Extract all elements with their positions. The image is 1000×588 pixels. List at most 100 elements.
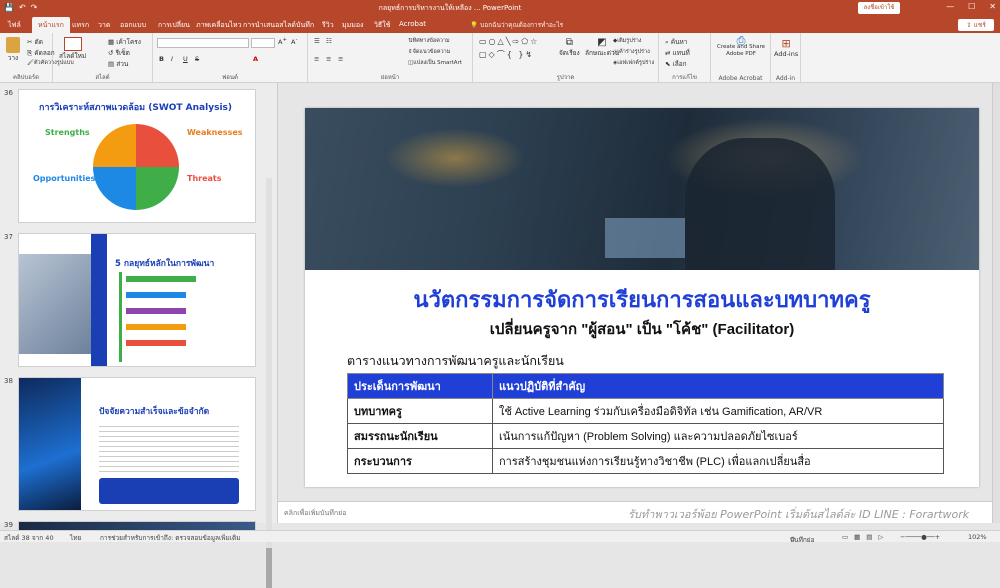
swot-graphic: [93, 124, 179, 210]
tab-review[interactable]: รีวิว: [322, 20, 334, 31]
shape-fill-button[interactable]: ◆เติมรูปร่าง: [613, 37, 642, 45]
section-button[interactable]: ▤ ส่วน: [108, 59, 128, 69]
quick-access-toolbar: 💾 ↶ ↷: [4, 3, 37, 12]
align-right-icon[interactable]: ≡: [338, 55, 343, 63]
sign-in-button[interactable]: ลงชื่อเข้าใช้: [858, 2, 900, 14]
paste-button[interactable]: วาง: [6, 37, 20, 63]
tab-insert[interactable]: แทรก: [72, 20, 89, 31]
layout-button[interactable]: ▦ เค้าโครง: [108, 37, 141, 47]
bullets-icon[interactable]: ☰: [314, 37, 320, 45]
cut-button[interactable]: ✂ ตัด: [27, 37, 43, 47]
tab-acrobat[interactable]: Acrobat: [399, 20, 426, 28]
tab-notes[interactable]: บันทึก: [296, 20, 314, 31]
minimize-button[interactable]: —: [946, 2, 954, 11]
italic-button[interactable]: I: [171, 55, 173, 63]
tab-home[interactable]: หน้าแรก: [32, 17, 70, 33]
slide-title[interactable]: นวัตกรรมการจัดการเรียนการสอนและบทบาทครู: [305, 282, 979, 317]
arrange-icon: ⧉: [565, 37, 573, 48]
smartart-button[interactable]: ◫แปลงเป็น SmartArt: [408, 59, 462, 67]
tab-help[interactable]: วิธีใช้: [374, 20, 390, 31]
table-caption[interactable]: ตารางแนวทางการพัฒนาครูและนักเรียน: [347, 351, 564, 371]
arrange-button[interactable]: ⧉ จัดเรียง: [559, 37, 580, 58]
reset-button[interactable]: ↺ รีเซ็ต: [108, 48, 130, 58]
table-cell[interactable]: สมรรถนะนักเรียน: [347, 423, 493, 449]
panel-scrollbar[interactable]: [266, 178, 272, 588]
bold-button[interactable]: B: [159, 55, 164, 63]
font-size-dropdown[interactable]: [251, 38, 275, 48]
slide-thumbnail-37[interactable]: 5 กลยุทธ์หลักในการพัฒนา: [18, 233, 256, 367]
table-cell[interactable]: ใช้ Active Learning ร่วมกับเครื่องมือดิจ…: [492, 398, 944, 424]
tab-transitions[interactable]: การเปลี่ยน: [158, 20, 190, 31]
maximize-button[interactable]: ☐: [968, 2, 975, 11]
create-pdf-button[interactable]: ⎙ Create and Share Adobe PDF: [715, 35, 767, 58]
addins-button[interactable]: ⊞ Add-ins: [774, 37, 798, 58]
underline-button[interactable]: U: [183, 55, 188, 63]
table-header[interactable]: ประเด็นการพัฒนา: [347, 373, 493, 399]
new-slide-button[interactable]: สไลด์ใหม่: [59, 37, 86, 61]
table-cell[interactable]: กระบวนการ: [347, 448, 493, 474]
align-text-button[interactable]: ⇕จัดแนวข้อความ: [408, 48, 450, 56]
redo-icon[interactable]: ↷: [31, 3, 38, 12]
tab-slideshow[interactable]: การนำเสนอสไลด์: [243, 20, 296, 31]
slides-group: สไลด์ใหม่ ▦ เค้าโครง ↺ รีเซ็ต ▤ ส่วน สไล…: [53, 33, 153, 83]
zoom-slider[interactable]: −────●──+: [900, 533, 940, 541]
select-button[interactable]: ⬉ เลือก: [665, 59, 687, 69]
tell-me-search[interactable]: 💡 บอกฉันว่าคุณต้องการทำอะไร: [470, 19, 580, 31]
person-silhouette: [685, 138, 835, 270]
section-icon: ▤: [108, 60, 115, 68]
slide-thumbnail-panel[interactable]: 36 การวิเคราะห์สภาพแวดล้อม (SWOT Analysi…: [0, 83, 278, 588]
table-header[interactable]: แนวปฏิบัติที่สำคัญ: [492, 373, 944, 399]
tab-animations[interactable]: ภาพเคลื่อนไหว: [196, 20, 242, 31]
view-buttons[interactable]: ▭▦▤▷: [842, 533, 889, 541]
zoom-level[interactable]: 102%: [968, 533, 987, 541]
editing-group: ⌕ ค้นหา ⇄ แทนที่ ⬉ เลือก การแก้ไข: [659, 33, 711, 83]
development-table[interactable]: ประเด็นการพัฒนา แนวปฏิบัติที่สำคัญ บทบาท…: [347, 373, 944, 474]
watermark-text: รับทำพาวเวอร์พ้อย PowerPoint เริ่มต้นสไล…: [628, 508, 970, 521]
tab-design[interactable]: ออกแบบ: [120, 20, 146, 31]
table-header-row: ประเด็นการพัฒนา แนวปฏิบัติที่สำคัญ: [347, 373, 944, 399]
scrollbar-thumb[interactable]: [266, 548, 272, 588]
font-color-icon[interactable]: A: [253, 55, 258, 63]
shapes-gallery[interactable]: ▭○△╲⇨⬠☆: [479, 37, 539, 46]
font-group: A+ A- B I U S A ฟอนต์: [153, 33, 308, 83]
paragraph-group: ☰ ☷ ≡ ≡ ≡ ⇅ทิศทางข้อความ ⇕จัดแนวข้อความ …: [308, 33, 473, 83]
tab-view[interactable]: มุมมอง: [342, 20, 363, 31]
replace-button[interactable]: ⇄ แทนที่: [665, 48, 690, 58]
shape-effects-button[interactable]: ◈เอฟเฟกต์รูปร่าง: [613, 59, 654, 67]
new-slide-icon: [63, 37, 82, 51]
current-slide[interactable]: นวัตกรรมการจัดการเรียนการสอนและบทบาทครู …: [305, 108, 979, 487]
shapes-gallery-row2[interactable]: ▢◇⌒{ }↯: [479, 49, 534, 60]
grow-font-icon[interactable]: A+: [278, 37, 287, 46]
editor-scrollbar[interactable]: [992, 83, 1000, 523]
table-cell[interactable]: เน้นการแก้ปัญหา (Problem Solving) และควา…: [492, 423, 944, 449]
slide-subtitle[interactable]: เปลี่ยนครูจาก "ผู้สอน" เป็น "โค้ช" (Faci…: [305, 317, 979, 341]
text-direction-button[interactable]: ⇅ทิศทางข้อความ: [408, 37, 450, 45]
slide-thumbnail-38[interactable]: ปัจจัยความสำเร็จและข้อจำกัด: [18, 377, 256, 511]
close-button[interactable]: ✕: [989, 2, 996, 11]
slide-image: [19, 378, 81, 510]
search-icon: ⌕: [665, 38, 669, 46]
undo-icon[interactable]: ↶: [19, 3, 26, 12]
tab-file[interactable]: ไฟล์: [8, 20, 21, 31]
strategy-list: [119, 272, 229, 362]
slide-thumbnail-36[interactable]: การวิเคราะห์สภาพแวดล้อม (SWOT Analysis) …: [18, 89, 256, 223]
find-button[interactable]: ⌕ ค้นหา: [665, 37, 687, 47]
share-button[interactable]: ⇪ แชร์: [958, 19, 994, 31]
tab-draw[interactable]: วาด: [98, 20, 110, 31]
title-bar: 💾 ↶ ↷ กลยุทธ์การบริหารงานให้เหลือง ... P…: [0, 0, 1000, 17]
table-cell[interactable]: บทบาทครู: [347, 398, 493, 424]
font-name-dropdown[interactable]: [157, 38, 249, 48]
save-icon[interactable]: 💾: [4, 3, 14, 12]
notes-pane[interactable]: คลิกเพื่อเพิ่มบันทึกย่อ รับทำพาวเวอร์พ้อ…: [278, 501, 992, 523]
numbering-icon[interactable]: ☷: [326, 37, 332, 45]
hero-image: [305, 108, 979, 270]
shrink-font-icon[interactable]: A-: [291, 37, 297, 46]
drawing-group: ▭○△╲⇨⬠☆ ▢◇⌒{ }↯ ⧉ จัดเรียง ◩ ลักษณะด่วน ◆เ…: [473, 33, 659, 83]
align-left-icon[interactable]: ≡: [314, 55, 319, 63]
shape-outline-button[interactable]: ◇เค้าร่างรูปร่าง: [613, 48, 650, 56]
strikethrough-button[interactable]: S: [195, 55, 199, 63]
slide-editor: นวัตกรรมการจัดการเรียนการสอนและบทบาทครู …: [278, 83, 992, 523]
copy-button[interactable]: ⎘ คัดลอก: [27, 48, 55, 58]
table-cell[interactable]: การสร้างชุมชนแห่งการเรียนรู้ทางวิชาชีพ (…: [492, 448, 944, 474]
align-center-icon[interactable]: ≡: [326, 55, 331, 63]
